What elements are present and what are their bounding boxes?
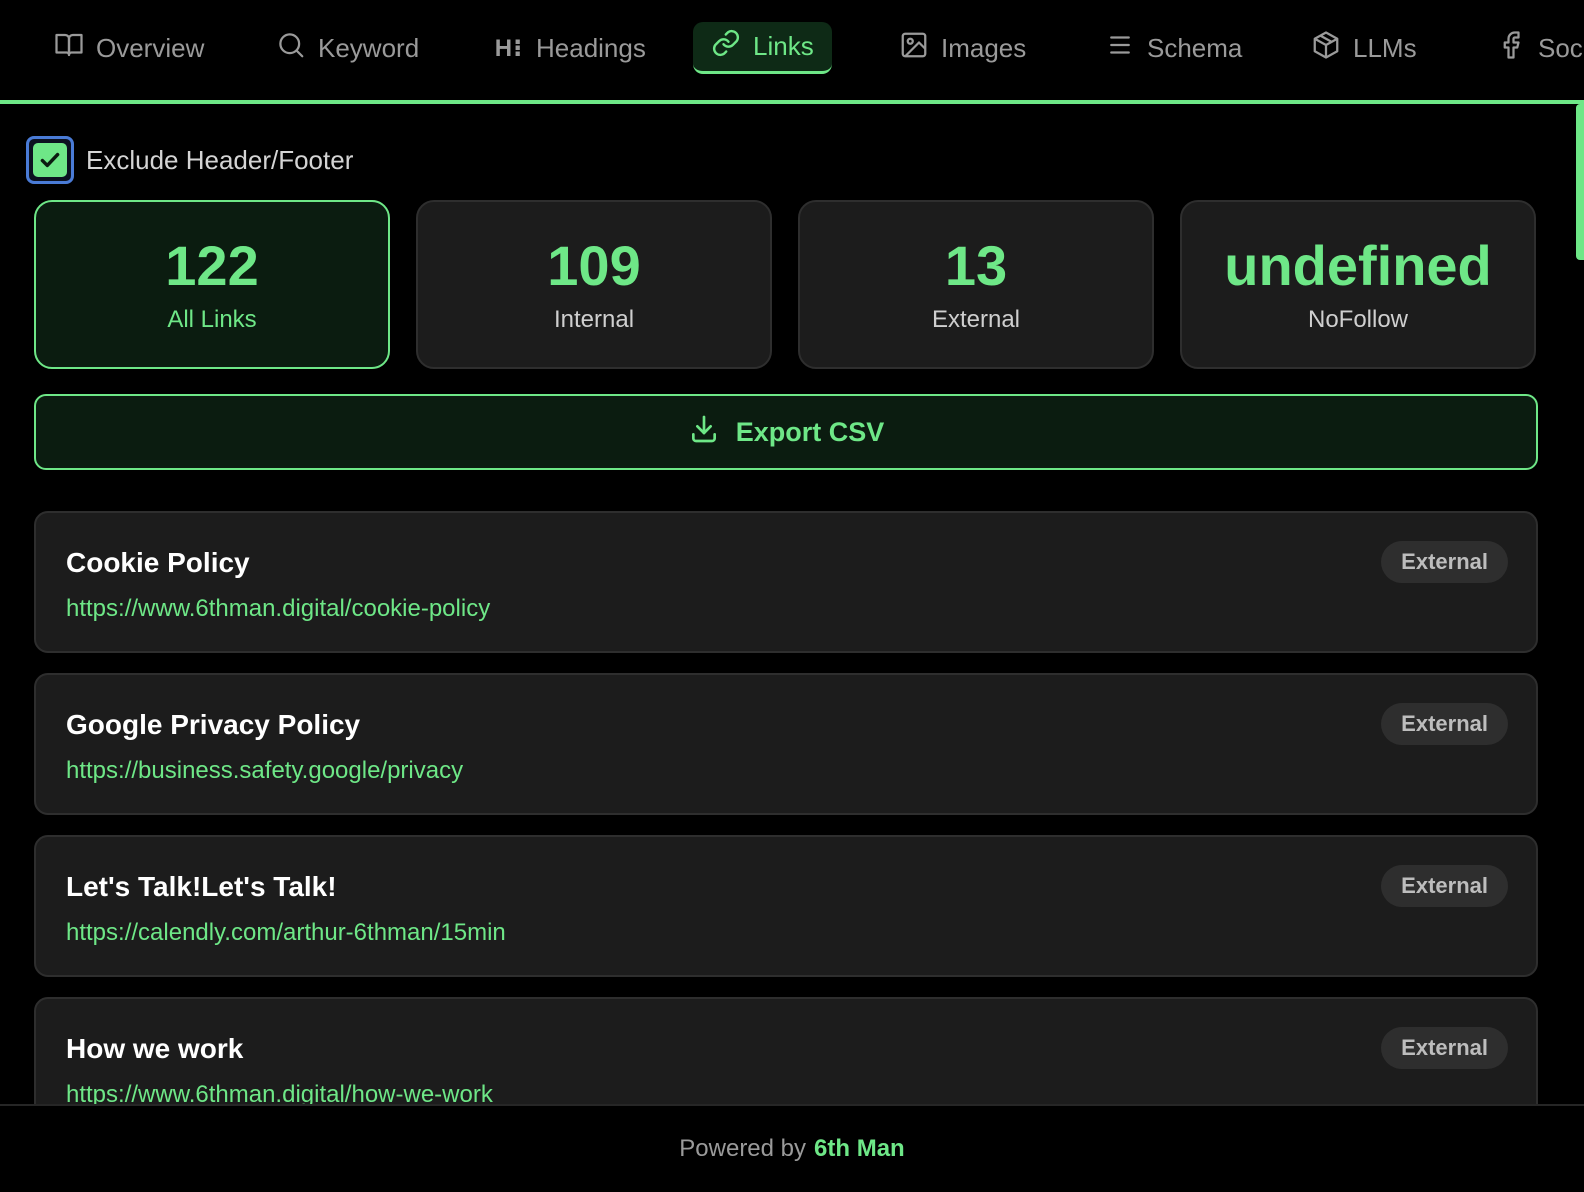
footer: Powered by 6th Man — [0, 1104, 1584, 1192]
exclude-label: Exclude Header/Footer — [86, 144, 354, 175]
tab-llms[interactable]: LLMs — [1293, 22, 1435, 74]
stat-label: External — [931, 306, 1021, 334]
facebook-icon — [1496, 30, 1526, 67]
link-title: Cookie Policy — [66, 547, 250, 578]
link-title: Let's Talk!Let's Talk! — [66, 871, 337, 902]
footer-brand-link[interactable]: 6th Man — [814, 1135, 905, 1163]
download-icon — [688, 413, 720, 452]
tab-headings[interactable]: H⁝ Headings — [476, 22, 664, 74]
cube-icon — [1311, 30, 1341, 67]
export-csv-button[interactable]: Export CSV — [34, 394, 1538, 470]
checkmark-icon — [33, 143, 67, 177]
export-label: Export CSV — [735, 416, 885, 447]
exclude-checkbox[interactable] — [26, 136, 74, 184]
link-card[interactable]: Cookie Policy https://www.6thman.digital… — [34, 511, 1538, 653]
link-url[interactable]: https://www.6thman.digital/cookie-policy — [66, 595, 490, 623]
search-icon — [276, 30, 306, 67]
app-root: Overview Keyword H⁝ Headings Links Image… — [0, 0, 1584, 1192]
tab-label: Links — [753, 31, 814, 61]
footer-prefix: Powered by — [679, 1135, 807, 1162]
link-url[interactable]: https://business.safety.google/privacy — [66, 757, 463, 785]
link-type-badge: External — [1381, 865, 1508, 907]
stat-card-all-links[interactable]: 122 All Links — [34, 200, 390, 369]
tab-label: Schema — [1147, 32, 1243, 63]
stat-value: 109 — [547, 233, 641, 297]
tab-keyword[interactable]: Keyword — [258, 22, 437, 74]
tab-bar: Overview Keyword H⁝ Headings Links Image… — [0, 0, 1584, 104]
stat-label: Internal — [553, 306, 635, 334]
tab-label: Soci — [1538, 32, 1584, 63]
link-type-badge: External — [1381, 541, 1508, 583]
tab-label: LLMs — [1353, 32, 1417, 63]
stat-card-external[interactable]: 13 External — [798, 200, 1154, 369]
link-card[interactable]: Google Privacy Policy https://business.s… — [34, 673, 1538, 815]
link-icon — [711, 28, 741, 65]
tab-overview[interactable]: Overview — [36, 22, 222, 74]
link-type-badge: External — [1381, 1027, 1508, 1069]
stat-value: undefined — [1224, 233, 1492, 297]
link-title: Google Privacy Policy — [66, 709, 361, 740]
stat-card-nofollow[interactable]: undefined NoFollow — [1180, 200, 1536, 369]
tab-label: Headings — [536, 32, 646, 63]
tab-schema[interactable]: Schema — [1087, 22, 1260, 74]
exclude-header-footer-toggle[interactable]: Exclude Header/Footer — [26, 136, 353, 184]
image-icon — [899, 30, 929, 67]
tab-label: Overview — [96, 32, 205, 63]
link-title: How we work — [66, 1033, 244, 1064]
tab-label: Keyword — [318, 32, 420, 63]
link-type-badge: External — [1381, 703, 1508, 745]
scrollbar-thumb[interactable] — [1576, 104, 1584, 260]
link-url[interactable]: https://calendly.com/arthur-6thman/15min — [66, 919, 506, 947]
list-icon — [1105, 30, 1135, 67]
tab-links[interactable]: Links — [693, 22, 832, 74]
tab-social[interactable]: Soci — [1478, 22, 1584, 74]
book-open-icon — [54, 30, 84, 67]
link-card[interactable]: Let's Talk!Let's Talk! https://calendly.… — [34, 835, 1538, 977]
stat-label: NoFollow — [1307, 306, 1409, 334]
stat-value: 122 — [165, 233, 259, 297]
heading-icon: H⁝ — [494, 34, 524, 62]
stat-label: All Links — [167, 306, 257, 334]
tab-images[interactable]: Images — [881, 22, 1044, 74]
stat-card-internal[interactable]: 109 Internal — [416, 200, 772, 369]
stat-value: 13 — [944, 233, 1008, 297]
tab-label: Images — [941, 32, 1027, 63]
